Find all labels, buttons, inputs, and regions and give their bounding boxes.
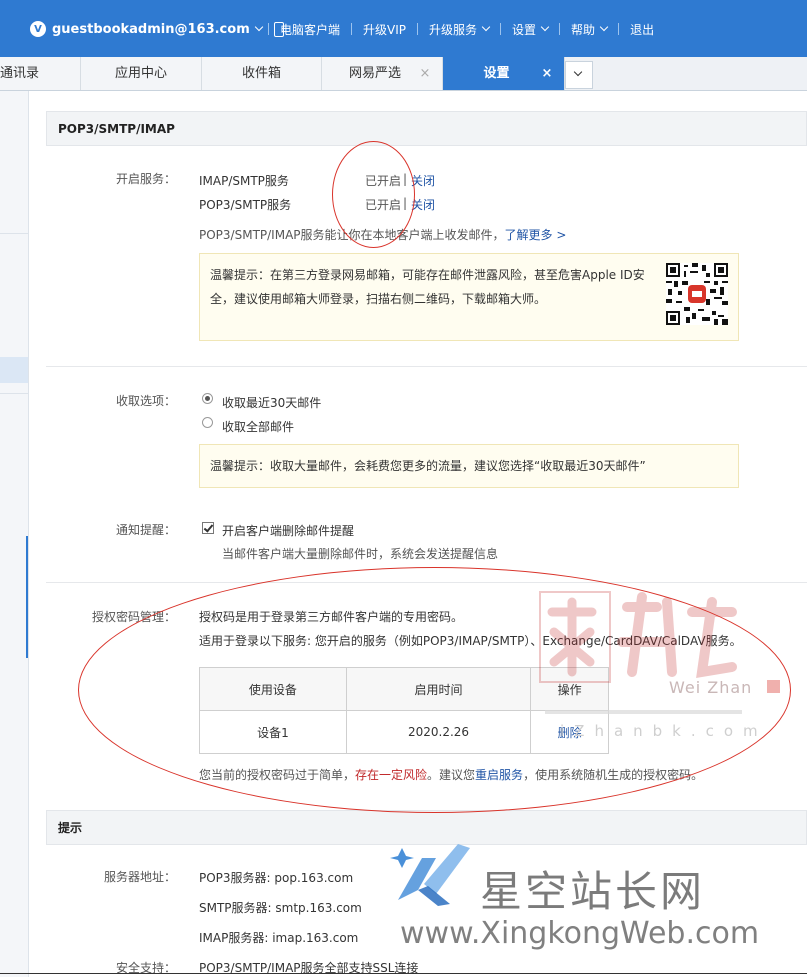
tab-yanxuan[interactable]: 网易严选 × — [322, 57, 443, 90]
vip-v-icon: V — [30, 21, 46, 37]
sidebar-selected-item[interactable] — [0, 357, 28, 383]
nav-upgrade-service-label: 升级服务 — [429, 22, 478, 37]
imap-service-name: IMAP/SMTP服务 — [199, 174, 289, 188]
tab-label: 网易严选 — [348, 66, 401, 81]
learn-more-link[interactable]: 了解更多 > — [505, 228, 567, 242]
nav-upgrade-vip[interactable]: 升级VIP — [363, 21, 406, 38]
server-label: 服务器地址： — [103, 870, 176, 884]
fetch-all-label[interactable]: 收取全部邮件 — [222, 418, 294, 435]
traffic-tip: 温馨提示：收取大量邮件，会耗费您更多的流量，建议您选择“收取最近30天邮件” — [199, 444, 739, 488]
notify-checkbox[interactable] — [202, 522, 214, 534]
qr-code-icon — [666, 263, 728, 325]
notify-description: 当邮件客户端大量删除邮件时，系统会发送提醒信息 — [222, 547, 499, 561]
divider — [0, 393, 28, 394]
divider — [268, 23, 269, 35]
notify-label: 通知提醒： — [115, 523, 176, 537]
nav-settings-label: 设置 — [512, 22, 537, 37]
divider — [500, 23, 502, 35]
fetch-30days-label[interactable]: 收取最近30天邮件 — [222, 394, 321, 411]
annotation-ellipse — [332, 141, 415, 248]
sidebar-scroll-indicator — [26, 536, 28, 658]
divider — [417, 23, 419, 35]
tab-more-button[interactable] — [565, 61, 593, 89]
nav-settings[interactable]: 设置 — [512, 21, 550, 38]
tab-settings[interactable]: 设置 × — [443, 57, 565, 90]
fetch-30days-radio[interactable] — [202, 393, 213, 404]
chevron-down-icon — [599, 22, 609, 32]
nav-logout[interactable]: 退出 — [630, 21, 654, 38]
chevron-down-icon — [573, 67, 583, 77]
pop-section-heading: POP3/SMTP/IMAP — [46, 111, 807, 146]
tab-inbox[interactable]: 收件箱 — [202, 57, 322, 90]
account-email: guestbookadmin@163.com — [52, 21, 250, 37]
chevron-down-icon — [540, 22, 550, 32]
divider — [46, 366, 807, 367]
tab-contacts[interactable]: 通讯录 — [0, 57, 81, 90]
account-menu[interactable]: V guestbookadmin@163.com — [30, 19, 284, 39]
tab-bar: 通讯录 应用中心 收件箱 网易严选 × 设置 × — [0, 57, 807, 91]
top-bar: V guestbookadmin@163.com 电脑客户端 升级VIP 升级服… — [0, 0, 807, 57]
fetch-all-radio[interactable] — [202, 417, 213, 428]
nav-desktop-client[interactable]: 电脑客户端 — [280, 21, 340, 38]
watermark-url: www.XingkongWeb.com — [400, 916, 760, 951]
fetch-label: 收取选项： — [115, 394, 176, 408]
nav-help[interactable]: 帮助 — [571, 21, 609, 38]
security-tip-line2: 全，建议使用邮箱大师登录，扫描右侧二维码，下载邮箱大师。 — [210, 292, 547, 306]
divider — [0, 233, 28, 234]
nav-upgrade-service[interactable]: 升级服务 — [429, 21, 491, 38]
security-tip-line1: 温馨提示：在第三方登录网易邮箱，可能存在邮件泄露风险，甚至危害Apple ID安 — [210, 268, 645, 282]
tab-label: 设置 — [483, 66, 510, 81]
divider — [618, 23, 620, 35]
nav-help-label: 帮助 — [571, 22, 596, 37]
notify-option-label[interactable]: 开启客户端删除邮件提醒 — [222, 522, 354, 539]
service-label: 开启服务： — [115, 172, 176, 186]
tab-label: 应用中心 — [114, 66, 167, 81]
divider — [559, 23, 561, 35]
imap-server: IMAP服务器: imap.163.com — [199, 931, 359, 945]
pop3-server: POP3服务器: pop.163.com — [199, 871, 354, 885]
tab-label: 收件箱 — [241, 66, 281, 81]
checkmark-icon — [203, 522, 214, 533]
security-tip: 温馨提示：在第三方登录网易邮箱，可能存在邮件泄露风险，甚至危害Apple ID安… — [199, 253, 739, 341]
chevron-down-icon — [481, 22, 491, 32]
smtp-server: SMTP服务器: smtp.163.com — [199, 901, 362, 915]
pop3-service-name: POP3/SMTP服务 — [199, 198, 292, 212]
xingkong-logo-icon — [390, 844, 470, 906]
tab-app-center[interactable]: 应用中心 — [81, 57, 202, 90]
annotation-ellipse — [78, 567, 791, 813]
chevron-down-icon — [254, 22, 263, 32]
divider — [351, 23, 353, 35]
sidebar-edge — [0, 91, 29, 977]
watermark-title: 星空站长网 — [480, 867, 706, 916]
divider — [0, 973, 807, 974]
top-nav: 电脑客户端 升级VIP 升级服务 设置 帮助 退出 — [268, 19, 654, 39]
tab-label: 通讯录 — [0, 66, 40, 81]
